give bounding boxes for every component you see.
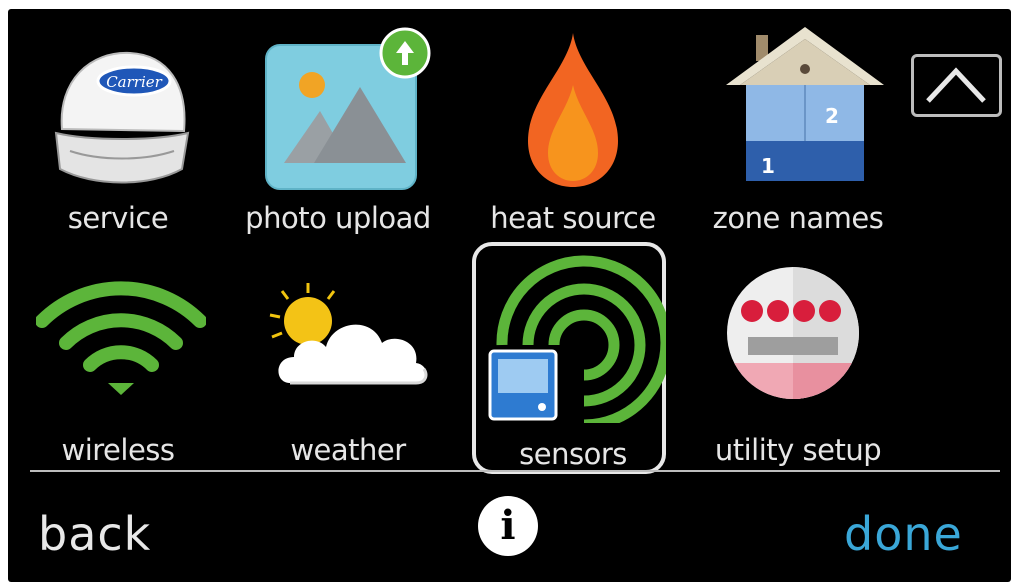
info-icon: i	[500, 502, 516, 549]
sun-cloud-icon	[269, 283, 428, 385]
menu-item-label: sensors	[519, 437, 627, 471]
sensor-signal-icon	[488, 255, 666, 423]
zone-1-number: 1	[761, 154, 775, 178]
menu-item-label: heat source	[490, 201, 656, 235]
info-button[interactable]: i	[478, 496, 538, 556]
zone-2-number: 2	[825, 104, 839, 128]
menu-item-label: service	[67, 201, 169, 235]
back-button[interactable]: back	[38, 507, 151, 561]
menu-item-label: photo upload	[245, 201, 431, 235]
menu-item-label: weather	[290, 433, 406, 467]
flame-icon	[528, 33, 618, 187]
menu-item-label: zone names	[712, 201, 884, 235]
settings-screen: Carrier service photo upload heat source	[8, 9, 1011, 582]
utility-meter-icon	[727, 267, 859, 399]
menu-item-label: wireless	[61, 433, 175, 467]
photo-upload-icon	[265, 27, 431, 190]
scroll-up-button[interactable]	[911, 54, 1002, 117]
footer-divider	[30, 470, 1000, 472]
chevron-up-icon	[926, 67, 986, 103]
wifi-icon	[36, 281, 206, 395]
cap-logo-text: Carrier	[106, 73, 162, 91]
carrier-cap-icon: Carrier	[54, 51, 190, 184]
done-button[interactable]: done	[844, 507, 963, 561]
house-zones-icon: 2 1	[726, 27, 884, 181]
menu-item-label: utility setup	[714, 433, 882, 467]
